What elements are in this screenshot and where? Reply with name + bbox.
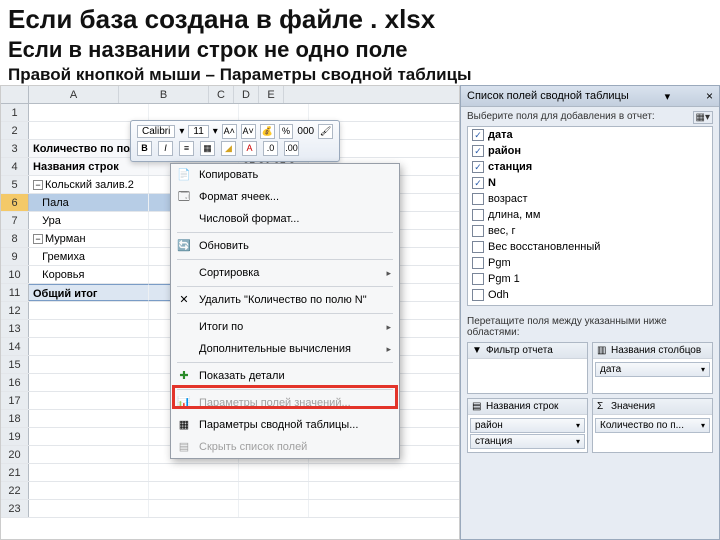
font-color-icon[interactable]: A (242, 141, 257, 156)
field-Odh[interactable]: Odh (468, 287, 712, 303)
menu-copy[interactable]: 📄Копировать (171, 164, 399, 186)
col-E[interactable]: E (259, 86, 284, 103)
menu-show-details[interactable]: ✚Показать детали (171, 365, 399, 387)
pivot-icon: ▦ (177, 418, 191, 432)
checkbox-icon[interactable] (472, 257, 484, 269)
increase-decimal-icon[interactable]: .00 (284, 141, 299, 156)
checkbox-icon[interactable] (472, 129, 484, 141)
percent-icon[interactable]: % (279, 124, 294, 139)
chevron-right-icon: ▸ (386, 268, 391, 279)
grow-font-icon[interactable]: A˄ (222, 124, 237, 139)
checkbox-icon[interactable] (472, 145, 484, 157)
checkbox-icon[interactable] (472, 161, 484, 173)
field-район[interactable]: район (468, 143, 712, 159)
filter-icon: ▼ (472, 345, 483, 356)
close-icon[interactable]: × (706, 89, 713, 103)
delete-icon: ✕ (177, 293, 191, 307)
checkbox-icon[interactable] (472, 305, 484, 306)
context-menu: 📄Копировать 🗔Формат ячеек... Числовой фо… (170, 163, 400, 459)
menu-refresh[interactable]: 🔄Обновить (171, 235, 399, 257)
menu-calc[interactable]: Дополнительные вычисления▸ (171, 338, 399, 360)
field-Odh 1[interactable]: Odh 1 (468, 303, 712, 306)
pane-title: Список полей сводной таблицы▾× (461, 86, 719, 107)
column-headers: A B C D E (1, 86, 459, 104)
pill-date[interactable]: дата▾ (595, 362, 710, 377)
fill-color-icon[interactable]: ◢ (221, 141, 236, 156)
currency-icon[interactable]: 💰 (260, 124, 275, 139)
border-icon[interactable]: ▦ (200, 141, 215, 156)
bold-icon[interactable]: B (137, 141, 152, 156)
shrink-font-icon[interactable]: A˅ (241, 124, 256, 139)
title-1: Если база создана в файле . xlsx (8, 4, 712, 35)
field-станция[interactable]: станция (468, 159, 712, 175)
menu-subtotals[interactable]: Итоги по▸ (171, 316, 399, 338)
checkbox-icon[interactable] (472, 241, 484, 253)
format-icon: 🗔 (177, 190, 191, 204)
zone-values[interactable]: ΣЗначенияКоличество по п...▾ (592, 398, 713, 453)
menu-delete[interactable]: ✕Удалить "Количество по полю N" (171, 289, 399, 311)
field-list-pane: Список полей сводной таблицы▾× Выберите … (460, 85, 720, 540)
field-дата[interactable]: дата (468, 127, 712, 143)
align-icon[interactable]: ≡ (179, 141, 194, 156)
field-вес, г[interactable]: вес, г (468, 223, 712, 239)
pill-rayon[interactable]: район▾ (470, 418, 585, 433)
checkbox-icon[interactable] (472, 177, 484, 189)
col-C[interactable]: C (209, 86, 234, 103)
field-длина, мм[interactable]: длина, мм (468, 207, 712, 223)
menu-sort[interactable]: Сортировка▸ (171, 262, 399, 284)
field-N[interactable]: N (468, 175, 712, 191)
menu-pivot-settings[interactable]: ▦Параметры сводной таблицы... (171, 414, 399, 436)
italic-icon[interactable]: I (158, 141, 173, 156)
field-возраст[interactable]: возраст (468, 191, 712, 207)
chevron-right-icon: ▸ (386, 322, 391, 333)
title-3: Правой кнопкой мыши – Параметры сводной … (8, 65, 712, 85)
menu-format-cells[interactable]: 🗔Формат ячеек... (171, 186, 399, 208)
hide-icon: ▤ (177, 440, 191, 454)
menu-field-settings[interactable]: 📊Параметры полей значений... (171, 392, 399, 414)
row-21[interactable]: 21 (1, 464, 459, 482)
menu-hide-fields[interactable]: ▤Скрыть список полей (171, 436, 399, 458)
checkbox-icon[interactable] (472, 289, 484, 301)
slide-header: Если база создана в файле . xlsx Если в … (0, 0, 720, 93)
row-23[interactable]: 23 (1, 500, 459, 518)
mini-toolbar: Calibri ▾ 11 ▾ A˄ A˅ 💰 % 000 🖌 B I ≡ ▦ ◢… (130, 120, 340, 162)
row-22[interactable]: 22 (1, 482, 459, 500)
thousands-icon[interactable]: 000 (297, 126, 314, 137)
drag-hint: Перетащите поля между указанными ниже об… (461, 312, 719, 342)
zone-filter[interactable]: ▼Фильтр отчета (467, 342, 588, 394)
checkbox-icon[interactable] (472, 273, 484, 285)
checkbox-icon[interactable] (472, 209, 484, 221)
checkbox-icon[interactable] (472, 225, 484, 237)
select-all[interactable] (1, 86, 29, 103)
font-selector[interactable]: Calibri (137, 125, 175, 138)
columns-icon: ▥ (597, 345, 608, 356)
pill-station[interactable]: станция▾ (470, 434, 585, 449)
field-Вес восстановленный[interactable]: Вес восстановленный (468, 239, 712, 255)
dropdown-icon[interactable]: ▾ (665, 90, 671, 103)
chevron-right-icon: ▸ (386, 344, 391, 355)
layout-icon[interactable]: ▦▾ (693, 111, 713, 124)
decrease-decimal-icon[interactable]: .0 (263, 141, 278, 156)
zone-columns[interactable]: ▥Названия столбцовдата▾ (592, 342, 713, 394)
checkbox-icon[interactable] (472, 193, 484, 205)
font-size[interactable]: 11 (188, 125, 208, 138)
pane-subtitle: Выберите поля для добавления в отчет:▦▾ (461, 107, 719, 126)
field-list[interactable]: датарайонстанцияNвозрастдлина, ммвес, гВ… (467, 126, 713, 306)
col-D[interactable]: D (234, 86, 259, 103)
refresh-icon: 🔄 (177, 239, 191, 253)
rows-icon: ▤ (472, 401, 483, 412)
zone-rows[interactable]: ▤Названия строкрайон▾станция▾ (467, 398, 588, 453)
details-icon: ✚ (177, 369, 191, 383)
field-Pgm 1[interactable]: Pgm 1 (468, 271, 712, 287)
pill-count[interactable]: Количество по п...▾ (595, 418, 710, 433)
title-2: Если в названии строк не одно поле (8, 37, 712, 63)
col-B[interactable]: B (119, 86, 209, 103)
copy-icon: 📄 (177, 168, 191, 182)
sigma-icon: Σ (597, 401, 608, 412)
paintbrush-icon[interactable]: 🖌 (318, 124, 333, 139)
col-A[interactable]: A (29, 86, 119, 103)
menu-number-format[interactable]: Числовой формат... (171, 208, 399, 230)
field-Pgm[interactable]: Pgm (468, 255, 712, 271)
field-icon: 📊 (177, 396, 191, 410)
